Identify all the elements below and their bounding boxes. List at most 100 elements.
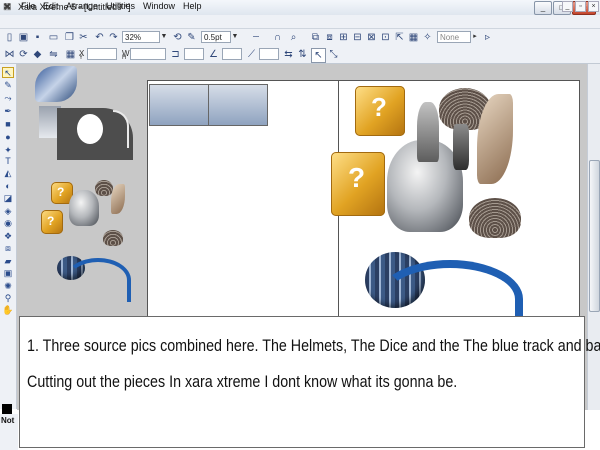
die-image[interactable]: ? [41, 210, 63, 234]
blend-tool-icon[interactable]: ❖ [2, 231, 14, 242]
chainmail-image[interactable] [95, 180, 113, 196]
h-label: H [122, 55, 127, 61]
open-icon[interactable]: ▣ [17, 31, 30, 44]
minimize-button[interactable]: _ [534, 1, 552, 15]
magnet-icon[interactable]: ∩ [271, 31, 284, 44]
chainmail-image[interactable] [469, 198, 521, 238]
select-arrow-icon[interactable]: ↖ [311, 48, 326, 63]
undo-icon[interactable]: ↶ [93, 31, 106, 44]
flip-vertical-icon[interactable]: ⇅ [296, 48, 309, 61]
angle-icon[interactable]: ∠ [207, 48, 220, 61]
caption-line-1: 1. Three source pics combined here. The … [27, 336, 600, 355]
helmet-nose-guard-image [417, 102, 439, 162]
doc-close-button[interactable]: × [588, 1, 599, 12]
new-icon[interactable]: ▯ [3, 31, 16, 44]
lock-aspect-icon[interactable]: ⊐ [169, 48, 182, 61]
copy-icon[interactable]: ❐ [63, 31, 76, 44]
transparency-tool-icon[interactable]: ◐ [2, 181, 14, 192]
track-outline-image [113, 110, 129, 148]
quickshape-tool-icon[interactable]: ✦ [2, 145, 14, 156]
screenshot-thumbnail[interactable] [208, 84, 268, 126]
flip-horizontal-icon[interactable]: ⇆ [282, 48, 295, 61]
node-tool-icon[interactable]: ⋈ [3, 48, 16, 61]
flip-icon[interactable]: ⇋ [47, 48, 60, 61]
ellipse-tool-icon[interactable]: ● [2, 132, 14, 143]
screenshot-thumbnail[interactable] [149, 84, 209, 126]
x-position-field[interactable] [87, 48, 117, 60]
angle-field[interactable] [222, 48, 242, 60]
apply-icon[interactable]: ▹ [481, 31, 494, 44]
fill-tool-icon[interactable]: ◭ [2, 168, 14, 179]
chevron-down-icon[interactable]: ▼ [160, 31, 168, 43]
helmet-image[interactable] [69, 190, 99, 226]
transform-icon[interactable]: ⤡ [327, 48, 340, 61]
bevel-tool-icon[interactable]: ◈ [2, 206, 14, 217]
white-cutout-shape [77, 114, 103, 144]
print-icon[interactable]: ▭ [47, 31, 60, 44]
menu-utilities[interactable]: Utilities [106, 0, 135, 13]
zoom-select[interactable]: 32% [122, 31, 160, 43]
menu-edit[interactable]: Edit [43, 0, 59, 13]
grid-icon[interactable]: ▦ [64, 48, 77, 61]
ungroup-icon[interactable]: ⧈ [323, 31, 336, 44]
zoom-tool-icon[interactable]: ⚲ [2, 293, 14, 304]
doc-minimize-button[interactable]: _ [562, 1, 573, 12]
redo-icon[interactable]: ↷ [107, 31, 120, 44]
width-field[interactable] [130, 48, 166, 60]
menu-help[interactable]: Help [183, 0, 202, 13]
align-icon[interactable]: ⊞ [337, 31, 350, 44]
menu-file[interactable]: File [21, 0, 36, 13]
bring-front-icon[interactable]: ⊠ [365, 31, 378, 44]
extrude-tool-icon[interactable]: ▰ [2, 256, 14, 267]
color-swatch[interactable] [2, 404, 12, 414]
track-cutout-image[interactable] [35, 66, 77, 102]
export-icon[interactable]: ⇱ [393, 31, 406, 44]
skew-field[interactable] [259, 48, 279, 60]
track-image[interactable] [65, 258, 131, 302]
pen-icon[interactable]: ✎ [185, 31, 198, 44]
feather-image[interactable] [111, 184, 125, 214]
photo-tool-icon[interactable]: ▣ [2, 268, 14, 279]
scrollbar-thumb[interactable] [589, 160, 600, 312]
rotate-icon[interactable]: ⟳ [17, 48, 30, 61]
combine-icon[interactable]: ⊟ [351, 31, 364, 44]
search-icon[interactable]: ⌕ [287, 31, 300, 44]
text-tool-icon[interactable]: T [2, 156, 14, 167]
push-tool-icon[interactable]: ✋ [2, 305, 14, 316]
line-width-select[interactable]: 0.5pt [201, 31, 231, 43]
skew-icon[interactable]: ⟋ [245, 48, 258, 61]
cut-icon[interactable]: ✂ [77, 31, 90, 44]
chainmail-image[interactable] [103, 230, 123, 246]
mould-tool-icon[interactable]: ⧈ [2, 243, 14, 254]
zoom-previous-icon[interactable]: ⟲ [171, 31, 184, 44]
chevron-down-icon[interactable]: ▼ [231, 31, 239, 43]
chevron-right-icon[interactable]: ▸ [471, 31, 479, 43]
status-text: Not [1, 416, 15, 425]
shadow-tool-icon[interactable]: ◪ [2, 193, 14, 204]
bitmap-icon[interactable]: ▦ [407, 31, 420, 44]
freehand-tool-icon[interactable]: ✎ [2, 80, 14, 91]
menu-window[interactable]: Window [143, 0, 175, 13]
die-image[interactable]: ? [331, 152, 385, 216]
menu-arrange[interactable]: Arrange [66, 0, 98, 13]
fill-tool-icon[interactable]: ◆ [31, 48, 44, 61]
rectangle-tool-icon[interactable]: ■ [2, 119, 14, 130]
dash-pattern-icon[interactable]: ┄ [243, 31, 269, 44]
helmet-fragment-image [453, 124, 469, 170]
save-icon[interactable]: ▪ [31, 31, 44, 44]
live-effects-tool-icon[interactable]: ✺ [2, 281, 14, 292]
group-icon[interactable]: ⧉ [309, 31, 322, 44]
selector-tool-icon[interactable]: ↖ [2, 67, 14, 78]
shape-editor-tool-icon[interactable]: ⤳ [2, 93, 14, 104]
scale-field[interactable] [184, 48, 204, 60]
none-select[interactable]: None [437, 31, 471, 43]
pen-tool-icon[interactable]: ✒ [2, 106, 14, 117]
die-image[interactable]: ? [355, 86, 405, 136]
effects-icon[interactable]: ✧ [421, 31, 434, 44]
caption-line-2: Cutting out the pieces In xara xtreme I … [27, 372, 458, 391]
contour-tool-icon[interactable]: ◉ [2, 218, 14, 229]
document-icon[interactable]: ▤ [3, 1, 15, 12]
send-back-icon[interactable]: ⊡ [379, 31, 392, 44]
menu-bar [0, 15, 600, 29]
doc-restore-button[interactable]: ▫ [575, 1, 586, 12]
